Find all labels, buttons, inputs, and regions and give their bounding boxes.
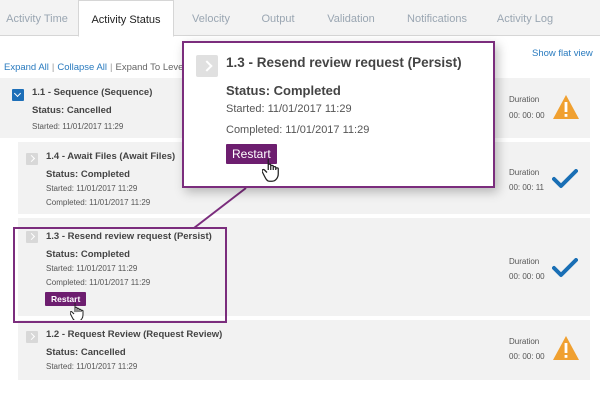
expand-to-level-dropdown[interactable]: Expand To Leve xyxy=(115,62,183,73)
activity-started: Started: 11/01/2017 11:29 xyxy=(46,184,138,193)
duration-value: 00: 00: 00 xyxy=(509,272,545,281)
check-icon xyxy=(552,258,578,277)
hand-cursor-icon xyxy=(262,158,279,182)
zoom-callout: 1.3 - Resend review request (Persist) St… xyxy=(182,41,495,188)
activity-title: 1.1 - Sequence (Sequence) xyxy=(32,87,153,98)
duration-value: 00: 00: 11 xyxy=(509,183,544,192)
activity-row-1-2[interactable]: 1.2 - Request Review (Request Review) St… xyxy=(18,320,590,380)
show-flat-view-link[interactable]: Show flat view xyxy=(532,48,593,59)
activity-started: Started: 11/01/2017 11:29 xyxy=(32,122,124,131)
activity-title: 1.4 - Await Files (Await Files) xyxy=(46,151,176,162)
duration-label: Duration xyxy=(509,257,540,266)
duration-label: Duration xyxy=(509,95,540,104)
collapse-toggle-icon[interactable] xyxy=(12,89,24,101)
check-icon xyxy=(552,169,578,188)
activity-completed: Completed: 11/01/2017 11:29 xyxy=(46,198,151,207)
warning-icon xyxy=(553,95,579,119)
expand-toggle-icon[interactable] xyxy=(26,153,38,165)
tab-activity-time[interactable]: Activity Time xyxy=(0,0,74,36)
highlight-frame xyxy=(13,227,227,323)
callout-completed: Completed: 11/01/2017 11:29 xyxy=(226,124,370,136)
callout-started: Started: 11/01/2017 11:29 xyxy=(226,103,352,115)
expand-toggle-icon[interactable] xyxy=(26,331,38,343)
tab-activity-status[interactable]: Activity Status xyxy=(78,0,174,37)
expand-all-link[interactable]: Expand All xyxy=(4,62,49,73)
duration-value: 00: 00: 00 xyxy=(509,111,545,120)
collapse-all-link[interactable]: Collapse All xyxy=(57,62,107,73)
duration-label: Duration xyxy=(509,168,540,177)
separator: | xyxy=(51,62,55,73)
tab-notifications[interactable]: Notifications xyxy=(398,0,476,36)
duration-label: Duration xyxy=(509,337,540,346)
activity-status: Status: Cancelled xyxy=(32,105,112,116)
activity-status: Status: Cancelled xyxy=(46,347,126,358)
warning-icon xyxy=(553,336,579,360)
tab-bar: Activity Time Activity Status Velocity O… xyxy=(0,0,600,37)
tab-validation[interactable]: Validation xyxy=(318,0,384,36)
tab-activity-log[interactable]: Activity Log xyxy=(490,0,560,36)
tab-output[interactable]: Output xyxy=(250,0,306,36)
tree-toolbar: Expand All | Collapse All | Expand To Leve xyxy=(4,62,183,73)
duration-value: 00: 00: 00 xyxy=(509,352,545,361)
callout-title: 1.3 - Resend review request (Persist) xyxy=(226,55,462,70)
separator: | xyxy=(110,62,113,73)
callout-status: Status: Completed xyxy=(226,83,341,98)
tab-velocity[interactable]: Velocity xyxy=(180,0,242,36)
activity-status: Status: Completed xyxy=(46,169,130,180)
activity-title: 1.2 - Request Review (Request Review) xyxy=(46,329,223,340)
activity-started: Started: 11/01/2017 11:29 xyxy=(46,362,138,371)
expand-toggle-icon[interactable] xyxy=(196,55,218,77)
